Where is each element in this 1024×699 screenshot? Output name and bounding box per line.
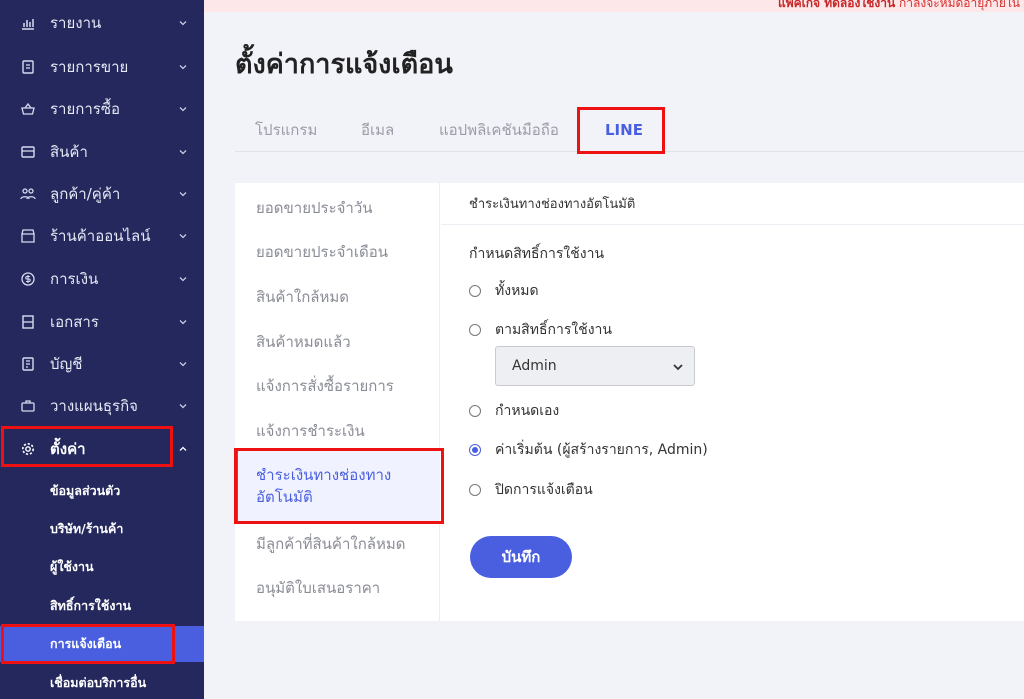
chevron-down-icon <box>673 364 683 371</box>
sidebar-subitem-company[interactable]: บริษัท/ร้านค้า <box>0 511 204 547</box>
sidebar: รายงาน รายการขาย รายการซื้อ สินค้า ลูกค้… <box>0 0 204 699</box>
subnav-item-auto-payment[interactable]: ชำระเงินทางช่องทางอัตโนมัติ <box>235 451 440 523</box>
sidebar-item-finance[interactable]: การเงิน <box>0 258 204 300</box>
radio-button-checked[interactable] <box>469 444 481 456</box>
radio-option-default[interactable]: ค่าเริ่มต้น (ผู้สร้างรายการ, Admin) <box>469 439 708 461</box>
subnav-item-payment-notice[interactable]: แจ้งการชำระเงิน <box>235 420 440 442</box>
radio-button[interactable] <box>469 324 481 336</box>
trial-banner-text: แพ็คเกจ ทดลองใช้งาน กำลังจะหมดอายุภายใน <box>777 0 1020 10</box>
tab-bar: โปรแกรม อีเมล แอปพลิเคชันมือถือ LINE <box>235 108 1024 152</box>
sidebar-item-accounting[interactable]: บัญชี <box>0 343 204 385</box>
trial-banner: แพ็คเกจ ทดลองใช้งาน กำลังจะหมดอายุภายใน <box>204 0 1024 12</box>
sidebar-item-online-store[interactable]: ร้านค้าออนไลน์ <box>0 215 204 257</box>
chart-icon <box>18 13 38 33</box>
subnav-item-low-stock[interactable]: สินค้าใกล้หมด <box>235 286 440 308</box>
basket-icon <box>18 99 38 119</box>
chevron-down-icon <box>179 107 187 112</box>
role-select[interactable]: Admin <box>495 346 695 386</box>
subnav-item-daily-sales[interactable]: ยอดขายประจำวัน <box>235 197 440 219</box>
save-button[interactable]: บันทึก <box>470 536 572 578</box>
radio-option-by-permission[interactable]: ตามสิทธิ์การใช้งาน <box>469 319 612 341</box>
chevron-down-icon <box>179 320 187 325</box>
receipt-icon <box>18 57 38 77</box>
chevron-down-icon <box>179 362 187 367</box>
gear-icon <box>18 439 38 459</box>
notification-type-list: ยอดขายประจำวัน ยอดขายประจำเดือน สินค้าใก… <box>235 183 440 621</box>
radio-option-custom[interactable]: กำหนดเอง <box>469 400 559 422</box>
tab-program[interactable]: โปรแกรม <box>255 108 317 152</box>
sidebar-subitem-users[interactable]: ผู้ใช้งาน <box>0 549 204 585</box>
document-icon <box>18 312 38 332</box>
store-icon <box>18 226 38 246</box>
sidebar-item-business-planning[interactable]: วางแผนธุรกิจ <box>0 385 204 427</box>
briefcase-icon <box>18 396 38 416</box>
sidebar-item-products[interactable]: สินค้า <box>0 131 204 173</box>
radio-button[interactable] <box>469 405 481 417</box>
sidebar-subitem-notifications[interactable]: การแจ้งเตือน <box>0 626 204 662</box>
permission-group-label: กำหนดสิทธิ์การใช้งาน <box>469 246 605 262</box>
radio-button[interactable] <box>469 484 481 496</box>
sidebar-item-sales[interactable]: รายการขาย <box>0 46 204 88</box>
chevron-down-icon <box>179 277 187 282</box>
sidebar-item-contacts[interactable]: ลูกค้า/คู่ค้า <box>0 173 204 215</box>
settings-card: ยอดขายประจำวัน ยอดขายประจำเดือน สินค้าใก… <box>235 183 1024 621</box>
chevron-down-icon <box>179 234 187 239</box>
chevron-down-icon <box>179 192 187 197</box>
radio-option-disable[interactable]: ปิดการแจ้งเตือน <box>469 479 593 501</box>
subnav-item-out-of-stock[interactable]: สินค้าหมดแล้ว <box>235 331 440 353</box>
tab-line[interactable]: LINE <box>605 108 643 152</box>
sidebar-subitem-profile[interactable]: ข้อมูลส่วนตัว <box>0 473 204 509</box>
chevron-down-icon <box>179 150 187 155</box>
users-icon <box>18 184 38 204</box>
sidebar-item-reports[interactable]: รายงาน <box>0 2 204 44</box>
radio-option-all[interactable]: ทั้งหมด <box>469 280 539 302</box>
radio-button[interactable] <box>469 285 481 297</box>
tab-email[interactable]: อีเมล <box>361 108 394 152</box>
dollar-icon <box>18 269 38 289</box>
box-icon <box>18 142 38 162</box>
ledger-icon <box>18 354 38 374</box>
tab-mobile-app[interactable]: แอปพลิเคชันมือถือ <box>439 108 559 152</box>
chevron-down-icon <box>179 21 187 26</box>
subnav-item-order-notice[interactable]: แจ้งการสั่งซื้อรายการ <box>235 375 440 397</box>
subnav-item-quote-approval[interactable]: อนุมัติใบเสนอราคา <box>235 577 440 599</box>
chevron-down-icon <box>179 65 187 70</box>
chevron-down-icon <box>179 404 187 409</box>
panel-heading: ชำระเงินทางช่องทางอัตโนมัติ <box>441 183 1024 225</box>
subnav-item-customer-low-stock[interactable]: มีลูกค้าที่สินค้าใกล้หมด <box>235 533 440 555</box>
subnav-item-monthly-sales[interactable]: ยอดขายประจำเดือน <box>235 241 440 263</box>
page-title: ตั้งค่าการแจ้งเตือน <box>235 49 453 80</box>
sidebar-item-purchases[interactable]: รายการซื้อ <box>0 88 204 130</box>
sidebar-item-documents[interactable]: เอกสาร <box>0 301 204 343</box>
chevron-up-icon <box>179 446 187 451</box>
sidebar-subitem-integrations[interactable]: เชื่อมต่อบริการอื่น <box>0 665 204 699</box>
sidebar-item-settings[interactable]: ตั้งค่า <box>0 428 204 470</box>
sidebar-subitem-permissions[interactable]: สิทธิ์การใช้งาน <box>0 588 204 624</box>
